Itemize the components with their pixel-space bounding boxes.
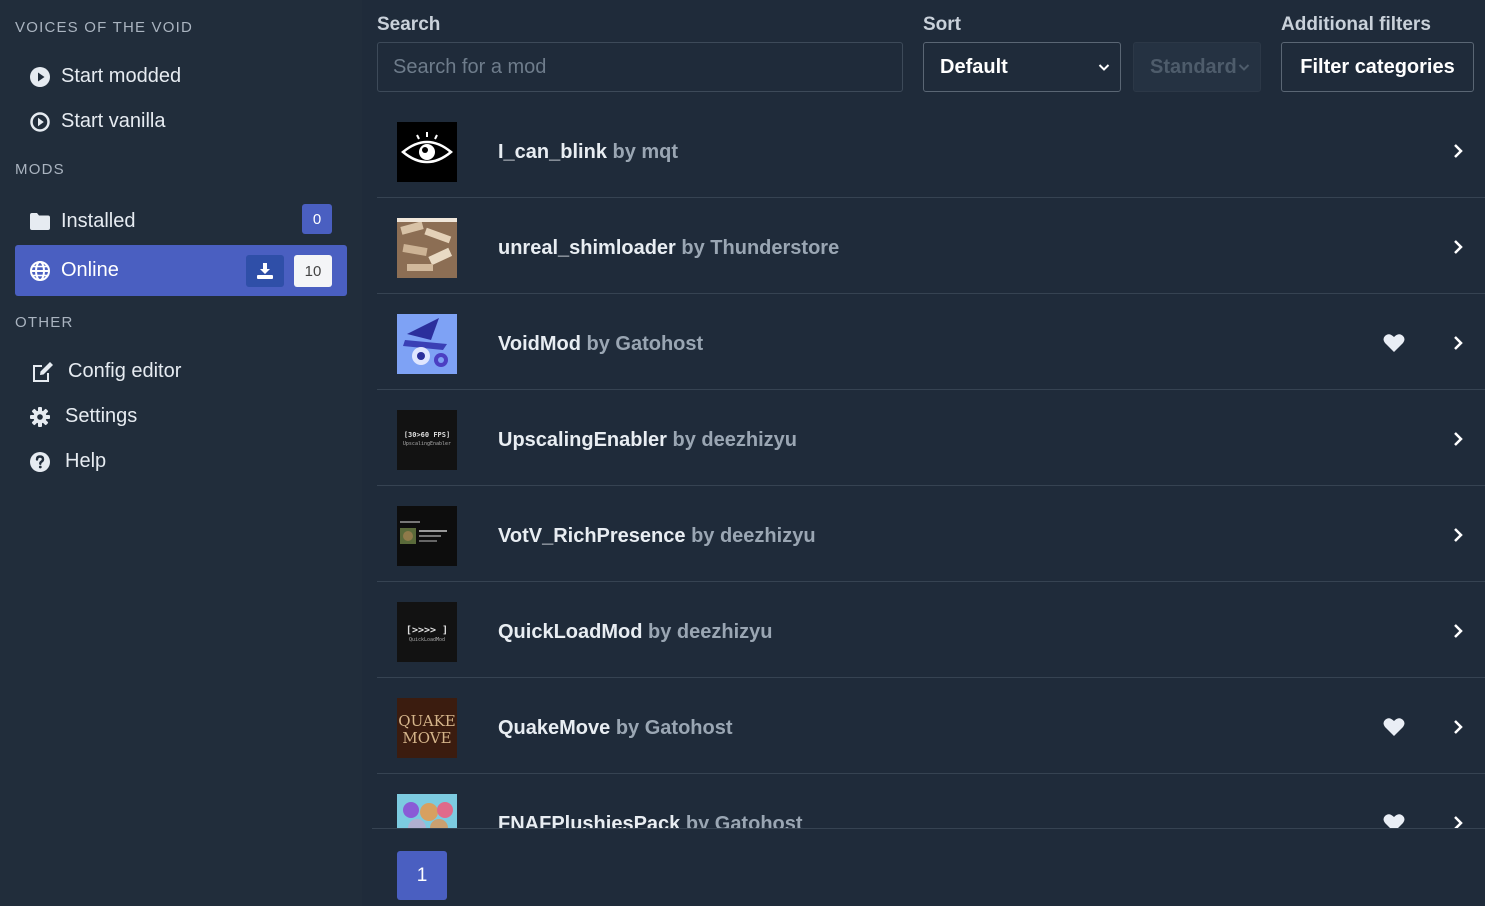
mod-author: by deezhizyu	[691, 525, 816, 547]
start-modded-button[interactable]: Start modded	[15, 54, 347, 99]
filter-categories-button[interactable]: Filter categories	[1281, 42, 1474, 92]
mod-thumbnail: [30>60 FPS] UpscalingEnabler	[397, 410, 457, 470]
mod-thumbnail	[397, 122, 457, 182]
chevron-down-icon	[1238, 59, 1250, 82]
mod-name: VoidMod	[498, 333, 581, 355]
section-label-other: OTHER	[15, 314, 74, 331]
mod-author: by Gatohost	[586, 333, 704, 355]
thumb-text-name: QuickLoadMod	[409, 637, 445, 643]
thumb-text-fps: [30>60 FPS]	[404, 431, 450, 439]
sidebar-item-settings[interactable]: Settings	[15, 394, 347, 439]
folder-icon	[29, 211, 51, 233]
mod-name: unreal_shimloader	[498, 237, 676, 259]
mod-name: VotV_RichPresence	[498, 525, 686, 547]
thumb-text-name: UpscalingEnabler	[403, 441, 451, 447]
sidebar-item-help[interactable]: Help	[15, 439, 347, 484]
sidebar-item-online[interactable]: Online 10	[15, 245, 347, 296]
mod-title: VotV_RichPresence by deezhizyu	[498, 525, 816, 548]
sort-select[interactable]: Default	[923, 42, 1121, 92]
mod-name: QuakeMove	[498, 717, 611, 739]
additional-filters-label: Additional filters	[1281, 14, 1431, 35]
pagination-page-button[interactable]: 1	[397, 851, 447, 900]
heart-icon	[1383, 333, 1405, 358]
mod-row-fnafplushiespack[interactable]: FNAFPlushiesPack by Gatohost	[377, 774, 1485, 828]
mod-row-votv-richpresence[interactable]: VotV_RichPresence by deezhizyu	[377, 486, 1485, 582]
start-vanilla-label: Start vanilla	[61, 110, 166, 132]
mod-author: by Gatohost	[615, 717, 733, 739]
chevron-right-icon	[1452, 430, 1464, 453]
mod-row-voidmod[interactable]: VoidMod by Gatohost	[377, 294, 1485, 390]
mod-row-unreal-shimloader[interactable]: unreal_shimloader by Thunderstore	[377, 198, 1485, 294]
sidebar: VOICES OF THE VOID Start modded Start va…	[0, 0, 362, 906]
thumb-text-move: MOVE	[402, 729, 451, 747]
mod-title: QuickLoadMod by deezhizyu	[498, 621, 773, 644]
settings-label: Settings	[65, 405, 138, 427]
mod-title: unreal_shimloader by Thunderstore	[498, 237, 839, 260]
play-circle-icon	[29, 66, 51, 88]
play-circle-outline-icon	[29, 111, 51, 133]
mod-author: by Thunderstore	[681, 237, 840, 259]
start-modded-label: Start modded	[61, 65, 182, 87]
online-count-badge: 10	[294, 255, 332, 287]
installed-label: Installed	[61, 210, 136, 232]
mod-thumbnail: QUAKE MOVE	[397, 698, 457, 758]
chevron-right-icon	[1452, 238, 1464, 261]
mod-row-i-can-blink[interactable]: I_can_blink by mqt	[377, 102, 1485, 198]
mod-thumbnail	[397, 314, 457, 374]
search-input[interactable]	[377, 42, 903, 92]
mod-thumbnail	[397, 794, 457, 828]
mod-author: by mqt	[612, 141, 679, 163]
chevron-down-icon	[1098, 59, 1110, 82]
mod-thumbnail	[397, 506, 457, 566]
mod-name: QuickLoadMod	[498, 621, 643, 643]
thumb-text-arrows: [>>>> ]	[406, 625, 448, 636]
list-divider	[372, 828, 1485, 829]
mod-thumbnail	[397, 218, 457, 278]
chevron-right-icon	[1452, 718, 1464, 741]
mod-name: I_can_blink	[498, 141, 607, 163]
section-label-game: VOICES OF THE VOID	[15, 19, 194, 36]
mod-title: UpscalingEnabler by deezhizyu	[498, 429, 797, 452]
mod-row-quakemove[interactable]: QUAKE MOVE QuakeMove by Gatohost	[377, 678, 1485, 774]
sort-select-value: Default	[940, 55, 1008, 78]
help-label: Help	[65, 450, 107, 472]
chevron-right-icon	[1452, 622, 1464, 645]
download-icon[interactable]	[246, 255, 284, 287]
mod-name: FNAFPlushiesPack	[498, 813, 681, 828]
globe-icon	[29, 260, 51, 282]
chevron-right-icon	[1452, 142, 1464, 165]
heart-icon	[1383, 813, 1405, 828]
mod-title: QuakeMove by Gatohost	[498, 717, 733, 740]
online-label: Online	[61, 259, 119, 281]
mod-row-upscalingenabler[interactable]: [30>60 FPS] UpscalingEnabler UpscalingEna…	[377, 390, 1485, 486]
mod-list: I_can_blink by mqt unreal_shimloader by …	[377, 102, 1485, 828]
installed-count-badge: 0	[302, 204, 332, 234]
mod-title: VoidMod by Gatohost	[498, 333, 703, 356]
sort-direction-value: Standard	[1150, 55, 1237, 78]
thumb-text-quake: QUAKE	[398, 712, 455, 730]
edit-icon	[29, 361, 55, 383]
mod-title: FNAFPlushiesPack by Gatohost	[498, 813, 803, 828]
mod-name: UpscalingEnabler	[498, 429, 667, 451]
sidebar-item-config-editor[interactable]: Config editor	[15, 349, 347, 394]
chevron-right-icon	[1452, 526, 1464, 549]
mod-title: I_can_blink by mqt	[498, 141, 678, 164]
sort-label: Sort	[923, 14, 961, 35]
mod-author: by Gatohost	[685, 813, 803, 828]
config-editor-label: Config editor	[68, 360, 182, 382]
heart-icon	[1383, 717, 1405, 742]
section-label-mods: MODS	[15, 161, 65, 178]
sidebar-item-installed[interactable]: Installed 0	[15, 199, 347, 244]
search-label: Search	[377, 14, 441, 35]
question-circle-icon	[29, 451, 51, 473]
mod-row-quickloadmod[interactable]: [>>>> ] QuickLoadMod QuickLoadMod by deez…	[377, 582, 1485, 678]
gear-icon	[29, 406, 51, 428]
chevron-right-icon	[1452, 814, 1464, 828]
mod-author: by deezhizyu	[648, 621, 773, 643]
sort-direction-select: Standard	[1133, 42, 1261, 92]
mod-thumbnail: [>>>> ] QuickLoadMod	[397, 602, 457, 662]
start-vanilla-button[interactable]: Start vanilla	[15, 99, 347, 144]
mod-author: by deezhizyu	[672, 429, 797, 451]
chevron-right-icon	[1452, 334, 1464, 357]
